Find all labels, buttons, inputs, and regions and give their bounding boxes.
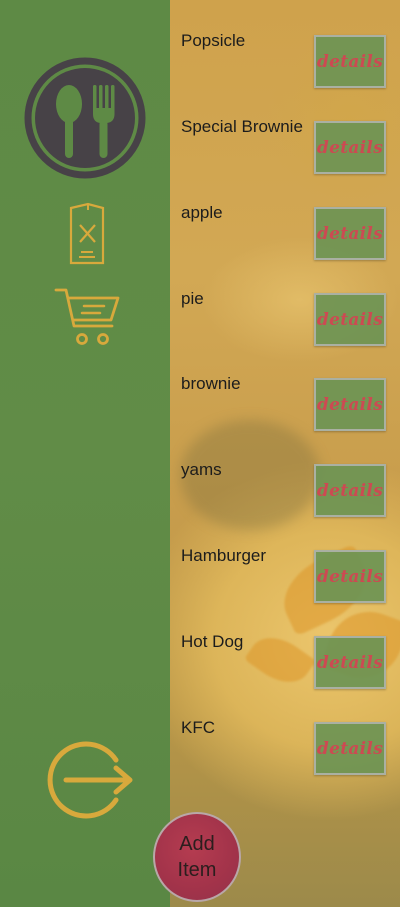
details-button[interactable]: details	[314, 636, 386, 689]
details-button-label: details	[316, 652, 384, 673]
item-name: brownie	[181, 374, 241, 393]
details-button[interactable]: details	[314, 378, 386, 431]
details-button-label: details	[316, 566, 384, 587]
details-button-label: details	[316, 480, 384, 501]
spoon-fork-icon	[24, 57, 146, 179]
add-item-label-line1: Add	[179, 833, 215, 855]
cart-icon[interactable]	[54, 286, 122, 348]
list-item: Popsicle details	[170, 0, 400, 88]
menu-card-icon[interactable]	[66, 202, 108, 266]
item-list: Popsicle details Special Brownie details…	[170, 0, 400, 907]
details-button[interactable]: details	[314, 207, 386, 260]
details-button[interactable]: details	[314, 722, 386, 775]
details-button-label: details	[316, 137, 384, 158]
details-button[interactable]: details	[314, 464, 386, 517]
item-name: apple	[181, 203, 223, 222]
item-name: yams	[181, 460, 222, 479]
item-name: Hamburger	[181, 546, 267, 565]
app-screen: Popsicle details Special Brownie details…	[0, 0, 400, 907]
list-item: KFC details	[170, 687, 400, 775]
add-item-label-line2: Item	[177, 859, 217, 881]
list-item: pie details	[170, 258, 400, 346]
add-item-button[interactable]: Add Item	[153, 812, 241, 902]
details-button[interactable]: details	[314, 293, 386, 346]
list-item: brownie details	[170, 343, 400, 431]
list-item: Hamburger details	[170, 515, 400, 603]
item-name: KFC	[181, 718, 215, 737]
item-name: Hot Dog	[181, 632, 244, 651]
item-name: Popsicle	[181, 31, 246, 50]
sidebar	[0, 0, 170, 907]
details-button[interactable]: details	[314, 121, 386, 174]
details-button[interactable]: details	[314, 550, 386, 603]
item-name: pie	[181, 289, 204, 308]
list-item: Special Brownie details	[170, 86, 400, 174]
list-item: Hot Dog details	[170, 601, 400, 689]
details-button-label: details	[316, 394, 384, 415]
logout-icon[interactable]	[44, 740, 136, 820]
details-button-label: details	[316, 223, 384, 244]
details-button[interactable]: details	[314, 35, 386, 88]
item-name: Special Brownie	[181, 117, 303, 136]
details-button-label: details	[316, 51, 384, 72]
details-button-label: details	[316, 738, 384, 759]
details-button-label: details	[316, 309, 384, 330]
list-item: apple details	[170, 172, 400, 260]
list-item: yams details	[170, 429, 400, 517]
